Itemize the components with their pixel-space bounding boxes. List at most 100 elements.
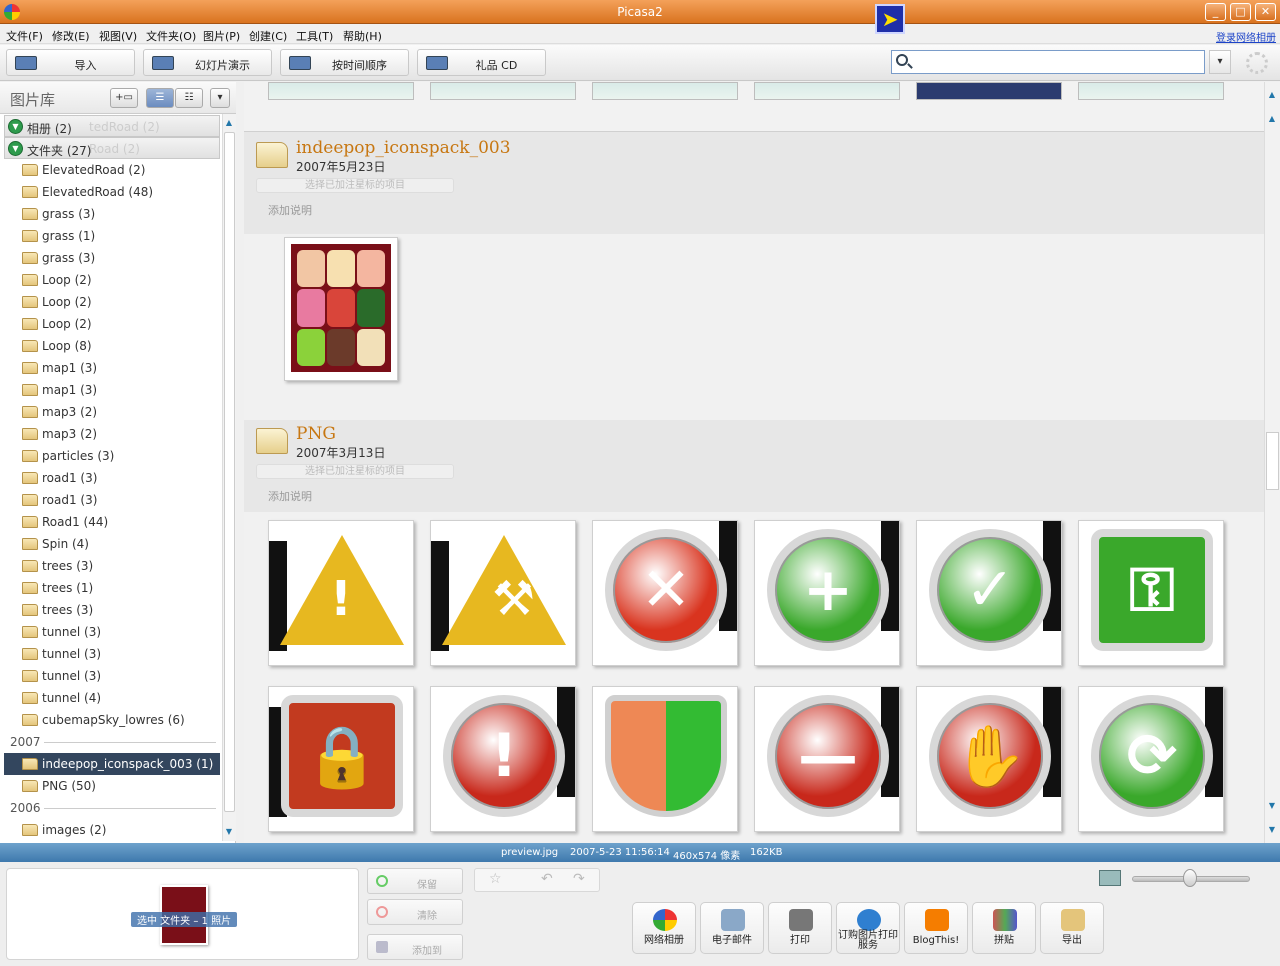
- folder-item[interactable]: particles (3): [4, 445, 220, 467]
- folder-item[interactable]: Spin (4): [4, 533, 220, 555]
- photo-thumbnail[interactable]: [754, 82, 900, 100]
- tree-scroll-thumb[interactable]: [224, 132, 235, 812]
- clear-button[interactable]: 清除: [367, 899, 463, 925]
- main-scroll-thumb[interactable]: [1266, 432, 1279, 490]
- menu-picture[interactable]: 图片(P): [203, 28, 240, 44]
- tree-view-button[interactable]: ☷: [175, 88, 203, 108]
- folder-item[interactable]: Road1 (44): [4, 511, 220, 533]
- add-caption-link[interactable]: 添加说明: [268, 488, 312, 504]
- photo-thumbnail[interactable]: !: [430, 686, 576, 832]
- folder-title[interactable]: PNG: [296, 424, 336, 444]
- photo-thumbnail[interactable]: ✕: [592, 520, 738, 666]
- photo-thumbnail[interactable]: ⚿: [1078, 520, 1224, 666]
- folder-item[interactable]: grass (3): [4, 247, 220, 269]
- folders-group[interactable]: ▼ Road (2) 文件夹 (27): [4, 137, 220, 159]
- photo-thumbnail[interactable]: !: [268, 520, 414, 666]
- star-icon[interactable]: ☆: [489, 871, 502, 887]
- print-button[interactable]: 打印: [768, 902, 832, 954]
- folder-item[interactable]: road1 (3): [4, 489, 220, 511]
- menu-create[interactable]: 创建(C): [249, 28, 287, 44]
- folder-item[interactable]: ElevatedRoad (2): [4, 159, 220, 181]
- menu-folder[interactable]: 文件夹(O): [146, 28, 196, 44]
- menu-view[interactable]: 视图(V): [99, 28, 137, 44]
- rotate-right-icon[interactable]: ↷: [573, 871, 585, 887]
- search-box[interactable]: [891, 50, 1205, 74]
- list-view-button[interactable]: ☰: [146, 88, 174, 108]
- photo-thumbnail[interactable]: +: [754, 520, 900, 666]
- folder-item[interactable]: ElevatedRoad (48): [4, 181, 220, 203]
- scroll-down-arrow-icon[interactable]: ▼: [223, 825, 235, 839]
- email-button[interactable]: 电子邮件: [700, 902, 764, 954]
- main-scrollbar[interactable]: ▲ ▲ ▼ ▼: [1264, 82, 1280, 843]
- photo-thumbnail[interactable]: [592, 686, 738, 832]
- folder-item[interactable]: map1 (3): [4, 379, 220, 401]
- close-button[interactable]: ✕: [1255, 3, 1276, 21]
- search-input[interactable]: [914, 53, 1200, 71]
- folder-item[interactable]: tunnel (3): [4, 665, 220, 687]
- photo-thumbnail[interactable]: ✓: [916, 520, 1062, 666]
- folder-item[interactable]: PNG (50): [4, 775, 220, 797]
- zoom-slider-knob[interactable]: [1183, 869, 1197, 887]
- folder-item[interactable]: map1 (3): [4, 357, 220, 379]
- menu-tools[interactable]: 工具(T): [296, 28, 333, 44]
- photo-thumbnail[interactable]: ✋: [916, 686, 1062, 832]
- albums-group[interactable]: ▼ tedRoad (2) 相册 (2): [4, 115, 220, 137]
- scroll-bottom-arrow-icon[interactable]: ▼: [1266, 823, 1278, 837]
- folder-item[interactable]: Loop (2): [4, 291, 220, 313]
- rotate-left-icon[interactable]: ↶: [541, 871, 553, 887]
- menu-edit[interactable]: 修改(E): [52, 28, 90, 44]
- scroll-up-arrow-icon[interactable]: ▲: [223, 116, 235, 130]
- gift-cd-button[interactable]: 礼品 CD: [417, 49, 546, 76]
- import-button[interactable]: 导入: [6, 49, 135, 76]
- folder-item[interactable]: images (2): [4, 819, 220, 841]
- folder-item[interactable]: Loop (8): [4, 335, 220, 357]
- folder-item[interactable]: grass (3): [4, 203, 220, 225]
- folder-item[interactable]: tunnel (3): [4, 621, 220, 643]
- photo-thumbnail[interactable]: [592, 82, 738, 100]
- maximize-button[interactable]: □: [1230, 3, 1251, 21]
- starred-filter-button[interactable]: 选择已加注星标的项目: [256, 178, 454, 193]
- photo-thumbnail[interactable]: [430, 82, 576, 100]
- photo-thumbnail[interactable]: [916, 82, 1062, 100]
- tree-scrollbar[interactable]: ▲ ▼: [222, 114, 236, 841]
- collage-button[interactable]: 拼贴: [972, 902, 1036, 954]
- folder-item[interactable]: map3 (2): [4, 423, 220, 445]
- hold-button[interactable]: 保留: [367, 868, 463, 894]
- folder-item[interactable]: trees (3): [4, 555, 220, 577]
- new-album-button[interactable]: +▭: [110, 88, 138, 108]
- expand-icon[interactable]: ▼: [8, 141, 23, 156]
- library-menu-button[interactable]: ▾: [210, 88, 230, 108]
- folder-title[interactable]: indeepop_iconspack_003: [296, 138, 511, 158]
- folder-item[interactable]: grass (1): [4, 225, 220, 247]
- folder-item[interactable]: map3 (2): [4, 401, 220, 423]
- scroll-top-arrow-icon[interactable]: ▲: [1266, 88, 1278, 102]
- folder-item[interactable]: indeepop_iconspack_003 (1): [4, 753, 220, 775]
- folder-item[interactable]: Loop (2): [4, 269, 220, 291]
- photo-thumbnail-iconspack[interactable]: [284, 237, 398, 381]
- add-caption-link[interactable]: 添加说明: [268, 202, 312, 218]
- web-album-button[interactable]: 网络相册: [632, 902, 696, 954]
- photo-thumbnail[interactable]: —: [754, 686, 900, 832]
- timeline-button[interactable]: 按时间顺序: [280, 49, 409, 76]
- scroll-down-arrow-icon[interactable]: ▼: [1266, 799, 1278, 813]
- menu-file[interactable]: 文件(F): [6, 28, 43, 44]
- folder-item[interactable]: cubemapSky_lowres (6): [4, 709, 220, 731]
- photo-thumbnail[interactable]: ⚒: [430, 520, 576, 666]
- blogthis-button[interactable]: BlogThis!: [904, 902, 968, 954]
- folder-item[interactable]: trees (3): [4, 599, 220, 621]
- folder-item[interactable]: Loop (2): [4, 313, 220, 335]
- add-to-button[interactable]: 添加到: [367, 934, 463, 960]
- menu-help[interactable]: 帮助(H): [343, 28, 382, 44]
- sign-in-link[interactable]: 登录网络相册: [1216, 29, 1276, 44]
- photo-thumbnail[interactable]: [268, 82, 414, 100]
- photo-thumbnail[interactable]: [1078, 82, 1224, 100]
- folder-item[interactable]: road1 (3): [4, 467, 220, 489]
- folder-item[interactable]: trees (1): [4, 577, 220, 599]
- photo-thumbnail[interactable]: ⟳: [1078, 686, 1224, 832]
- search-options-button[interactable]: ▾: [1209, 50, 1231, 74]
- folder-item[interactable]: tunnel (4): [4, 687, 220, 709]
- scroll-up-arrow-icon[interactable]: ▲: [1266, 112, 1278, 126]
- photo-thumbnail[interactable]: 🔒: [268, 686, 414, 832]
- expand-icon[interactable]: ▼: [8, 119, 23, 134]
- folder-item[interactable]: tunnel (3): [4, 643, 220, 665]
